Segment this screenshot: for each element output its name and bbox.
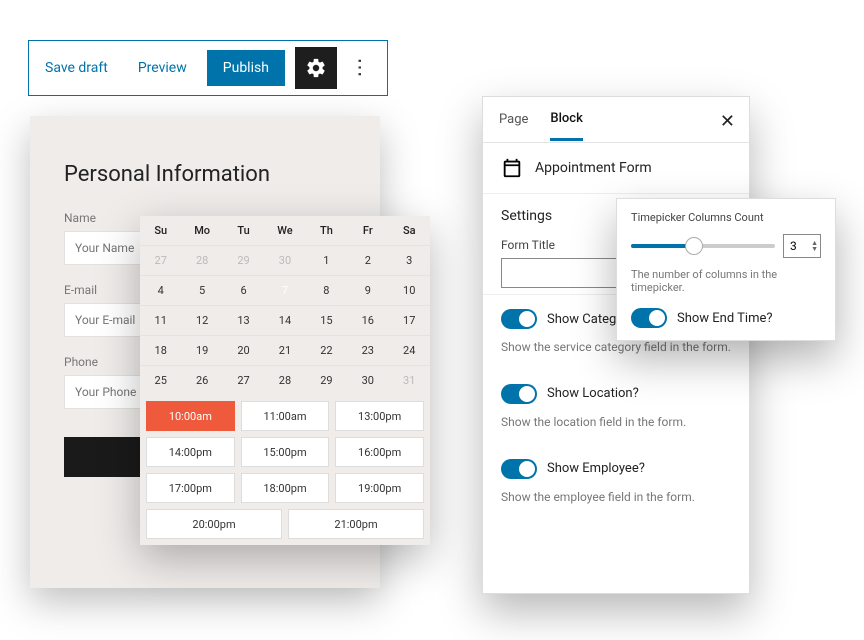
settings-button[interactable] bbox=[295, 47, 337, 89]
editor-toolbar: Save draft Preview Publish ⋯ bbox=[28, 40, 388, 96]
tooltip-title: Timepicker Columns Count bbox=[631, 211, 821, 224]
day-cell[interactable]: 8 bbox=[306, 276, 347, 305]
day-cell[interactable]: 29 bbox=[223, 246, 264, 275]
show-employee-help: Show the employee field in the form. bbox=[483, 483, 749, 520]
block-header: Appointment Form bbox=[483, 143, 749, 194]
day-cell[interactable]: 3 bbox=[389, 246, 430, 275]
day-cell[interactable]: 17 bbox=[389, 306, 430, 335]
day-cell[interactable]: 27 bbox=[223, 366, 264, 395]
day-cell[interactable]: 15 bbox=[306, 306, 347, 335]
publish-button[interactable]: Publish bbox=[207, 50, 285, 86]
day-cell[interactable]: 24 bbox=[389, 336, 430, 365]
chevron-down-icon[interactable]: ▼ bbox=[811, 246, 818, 252]
save-draft-button[interactable]: Save draft bbox=[35, 52, 118, 84]
day-cell[interactable]: 14 bbox=[264, 306, 305, 335]
dow: Sa bbox=[389, 216, 430, 245]
time-slot[interactable]: 19:00pm bbox=[335, 473, 424, 503]
inspector-tabs: Page Block ✕ bbox=[483, 97, 749, 143]
day-cell[interactable]: 4 bbox=[140, 276, 181, 305]
time-slot[interactable]: 13:00pm bbox=[335, 401, 424, 431]
dow: Fr bbox=[347, 216, 388, 245]
more-options-button[interactable]: ⋯ bbox=[347, 47, 375, 89]
close-inspector-button[interactable]: ✕ bbox=[720, 111, 735, 132]
close-icon: ✕ bbox=[720, 111, 735, 132]
show-end-time-toggle[interactable] bbox=[631, 308, 667, 328]
day-cell[interactable]: 13 bbox=[223, 306, 264, 335]
form-heading: Personal Information bbox=[64, 162, 346, 187]
tab-block[interactable]: Block bbox=[550, 99, 582, 141]
day-cell[interactable]: 28 bbox=[181, 246, 222, 275]
preview-button[interactable]: Preview bbox=[128, 52, 197, 84]
dow: We bbox=[264, 216, 305, 245]
calendar-icon bbox=[501, 157, 523, 179]
show-location-help: Show the location field in the form. bbox=[483, 408, 749, 445]
day-cell[interactable]: 28 bbox=[264, 366, 305, 395]
columns-value: 3 bbox=[790, 239, 797, 253]
day-cell[interactable]: 16 bbox=[347, 306, 388, 335]
time-slot[interactable]: 21:00pm bbox=[288, 509, 424, 539]
day-cell[interactable]: 10 bbox=[389, 276, 430, 305]
datepicker: Su Mo Tu We Th Fr Sa 27 28 29 30 1 2 3 4… bbox=[140, 216, 430, 545]
time-slot[interactable]: 10:00am bbox=[146, 401, 235, 431]
day-cell[interactable]: 11 bbox=[140, 306, 181, 335]
show-location-label: Show Location? bbox=[547, 386, 639, 401]
block-title: Appointment Form bbox=[535, 160, 652, 176]
show-location-toggle[interactable] bbox=[501, 384, 537, 404]
day-cell[interactable]: 20 bbox=[223, 336, 264, 365]
day-cell-selected[interactable]: 7 bbox=[264, 276, 305, 305]
time-slot[interactable]: 17:00pm bbox=[146, 473, 235, 503]
day-cell[interactable]: 18 bbox=[140, 336, 181, 365]
columns-stepper[interactable]: 3 ▲▼ bbox=[783, 234, 821, 258]
dow: Mo bbox=[181, 216, 222, 245]
day-cell[interactable]: 19 bbox=[181, 336, 222, 365]
day-cell[interactable]: 30 bbox=[347, 366, 388, 395]
day-cell[interactable]: 9 bbox=[347, 276, 388, 305]
columns-slider[interactable] bbox=[631, 244, 775, 248]
time-grid: 10:00am 11:00am 13:00pm 14:00pm 15:00pm … bbox=[140, 395, 430, 545]
day-cell[interactable]: 25 bbox=[140, 366, 181, 395]
time-slot[interactable]: 11:00am bbox=[241, 401, 330, 431]
day-cell[interactable]: 6 bbox=[223, 276, 264, 305]
day-cell[interactable]: 29 bbox=[306, 366, 347, 395]
show-employee-toggle[interactable] bbox=[501, 459, 537, 479]
slider-thumb[interactable] bbox=[685, 237, 703, 255]
time-slot[interactable]: 14:00pm bbox=[146, 437, 235, 467]
kebab-icon: ⋯ bbox=[349, 58, 373, 79]
dow: Th bbox=[306, 216, 347, 245]
day-cell[interactable]: 21 bbox=[264, 336, 305, 365]
show-end-time-label: Show End Time? bbox=[677, 311, 773, 326]
day-cell[interactable]: 1 bbox=[306, 246, 347, 275]
dow: Tu bbox=[223, 216, 264, 245]
tooltip-desc: The number of columns in the timepicker. bbox=[631, 268, 821, 294]
day-cell[interactable]: 22 bbox=[306, 336, 347, 365]
day-cell[interactable]: 12 bbox=[181, 306, 222, 335]
day-cell[interactable]: 2 bbox=[347, 246, 388, 275]
tab-page[interactable]: Page bbox=[499, 100, 528, 139]
show-employee-label: Show Employee? bbox=[547, 461, 645, 476]
day-cell[interactable]: 27 bbox=[140, 246, 181, 275]
day-cell[interactable]: 26 bbox=[181, 366, 222, 395]
block-inspector: Page Block ✕ Appointment Form Settings F… bbox=[482, 96, 750, 594]
day-cell[interactable]: 23 bbox=[347, 336, 388, 365]
time-slot[interactable]: 20:00pm bbox=[146, 509, 282, 539]
time-slot[interactable]: 15:00pm bbox=[241, 437, 330, 467]
time-slot[interactable]: 18:00pm bbox=[241, 473, 330, 503]
dow: Su bbox=[140, 216, 181, 245]
day-cell[interactable]: 30 bbox=[264, 246, 305, 275]
calendar-header: Su Mo Tu We Th Fr Sa bbox=[140, 216, 430, 245]
day-cell[interactable]: 5 bbox=[181, 276, 222, 305]
gear-icon bbox=[305, 57, 327, 79]
day-cell[interactable]: 31 bbox=[389, 366, 430, 395]
timepicker-columns-tooltip: Timepicker Columns Count 3 ▲▼ The number… bbox=[616, 198, 836, 341]
time-slot[interactable]: 16:00pm bbox=[335, 437, 424, 467]
show-category-toggle[interactable] bbox=[501, 309, 537, 329]
